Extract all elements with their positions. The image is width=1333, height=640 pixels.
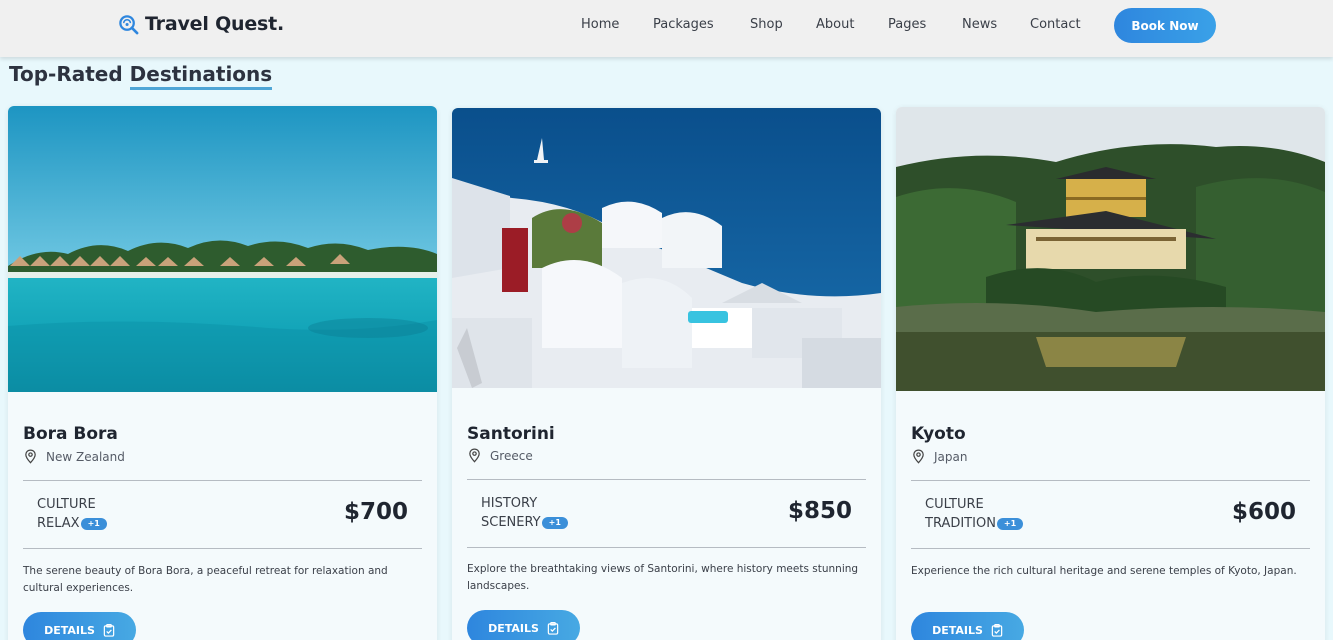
nav-link-packages[interactable]: Packages bbox=[653, 17, 714, 32]
location-label: Japan bbox=[934, 449, 968, 464]
tag-tradition: TRADITION bbox=[925, 516, 996, 531]
details-button[interactable]: DETAILS bbox=[467, 610, 580, 640]
tag-history: HISTORY bbox=[481, 496, 538, 511]
location-label: Greece bbox=[490, 448, 533, 463]
nav-link-news[interactable]: News bbox=[962, 17, 997, 32]
tag-list: HISTORY SCENERY +1 bbox=[481, 494, 568, 532]
price: $600 bbox=[1231, 499, 1296, 525]
section-title: Top-Rated Destinations bbox=[9, 62, 273, 90]
divider bbox=[467, 547, 866, 548]
section-title-highlight: Destinations bbox=[129, 62, 273, 90]
price: $850 bbox=[787, 498, 852, 524]
tag-culture: CULTURE bbox=[925, 497, 984, 512]
destination-name: Bora Bora bbox=[23, 424, 118, 444]
destination-description: Experience the rich cultural heritage an… bbox=[911, 565, 1297, 577]
nav-link-shop[interactable]: Shop bbox=[750, 17, 783, 32]
tag-scenery: SCENERY bbox=[481, 515, 541, 530]
destination-card-santorini: Santorini Greece HISTORY SCENERY +1 $850 … bbox=[452, 108, 881, 640]
map-pin-icon bbox=[25, 449, 36, 464]
clipboard-check-icon bbox=[991, 623, 1003, 637]
bora-bora-image bbox=[8, 106, 437, 392]
divider bbox=[23, 548, 422, 549]
divider bbox=[467, 479, 866, 480]
destination-location: Japan bbox=[911, 449, 967, 464]
location-label: New Zealand bbox=[46, 449, 125, 464]
map-pin-icon bbox=[469, 448, 480, 463]
divider bbox=[911, 548, 1310, 549]
section-title-part1: Top-Rated bbox=[9, 62, 123, 86]
more-tags-badge[interactable]: +1 bbox=[996, 517, 1024, 530]
divider bbox=[911, 480, 1310, 481]
details-button[interactable]: DETAILS bbox=[23, 612, 136, 640]
nav-link-about[interactable]: About bbox=[816, 17, 854, 32]
destination-name: Santorini bbox=[467, 424, 555, 444]
destination-description: The serene beauty of Bora Bora, a peacef… bbox=[23, 565, 388, 594]
destination-location: New Zealand bbox=[23, 449, 125, 464]
kyoto-image bbox=[896, 107, 1325, 391]
tag-relax: RELAX bbox=[37, 516, 80, 531]
map-pin-icon bbox=[913, 449, 924, 464]
details-button-label: DETAILS bbox=[488, 621, 539, 635]
destination-card-bora-bora: Bora Bora New Zealand CULTURE RELAX +1 $7… bbox=[8, 106, 437, 640]
nav-link-pages[interactable]: Pages bbox=[888, 17, 926, 32]
details-button[interactable]: DETAILS bbox=[911, 612, 1024, 640]
book-now-button[interactable]: Book Now bbox=[1114, 8, 1216, 43]
clipboard-check-icon bbox=[547, 621, 559, 635]
santorini-image bbox=[452, 108, 881, 388]
destination-name: Kyoto bbox=[911, 424, 966, 444]
more-tags-badge[interactable]: +1 bbox=[80, 517, 107, 530]
tag-list: CULTURE TRADITION +1 bbox=[925, 495, 1024, 533]
navbar: Travel Quest. Home Packages Shop About P… bbox=[0, 0, 1333, 57]
price: $700 bbox=[343, 499, 408, 525]
details-button-label: DETAILS bbox=[932, 623, 983, 637]
details-button-label: DETAILS bbox=[44, 623, 95, 637]
destination-description: Explore the breathtaking views of Santor… bbox=[467, 563, 859, 592]
destination-location: Greece bbox=[467, 448, 533, 463]
divider bbox=[23, 480, 422, 481]
clipboard-check-icon bbox=[103, 623, 115, 637]
nav-link-home[interactable]: Home bbox=[581, 17, 619, 32]
tag-list: CULTURE RELAX +1 bbox=[37, 495, 107, 533]
more-tags-badge[interactable]: +1 bbox=[541, 516, 568, 529]
nav-link-contact[interactable]: Contact bbox=[1030, 17, 1081, 32]
destination-card-kyoto: Kyoto Japan CULTURE TRADITION +1 $600 Exp… bbox=[896, 107, 1325, 640]
tag-culture: CULTURE bbox=[37, 497, 96, 512]
